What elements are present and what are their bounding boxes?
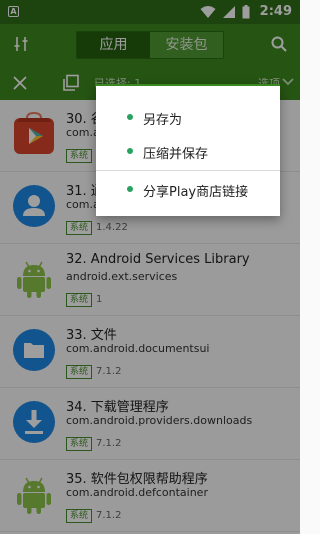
bullet-dot-icon (127, 114, 133, 120)
options-popup-menu: 另存为 压缩并保存 分享Play商店链接 (96, 84, 280, 216)
bullet-dot-icon (127, 186, 133, 192)
bullet-dot-icon (127, 148, 133, 154)
menu-item-label: 分享Play商店链接 (143, 185, 249, 200)
menu-item-compress-save[interactable]: 压缩并保存 (96, 134, 280, 168)
scrim-overlay[interactable] (0, 0, 300, 534)
menu-divider (96, 170, 280, 171)
menu-item-share-play-link[interactable]: 分享Play商店链接 (96, 172, 280, 206)
menu-item-label: 压缩并保存 (143, 147, 209, 162)
menu-item-save-as[interactable]: 另存为 (96, 100, 280, 134)
menu-item-label: 另存为 (143, 113, 183, 128)
